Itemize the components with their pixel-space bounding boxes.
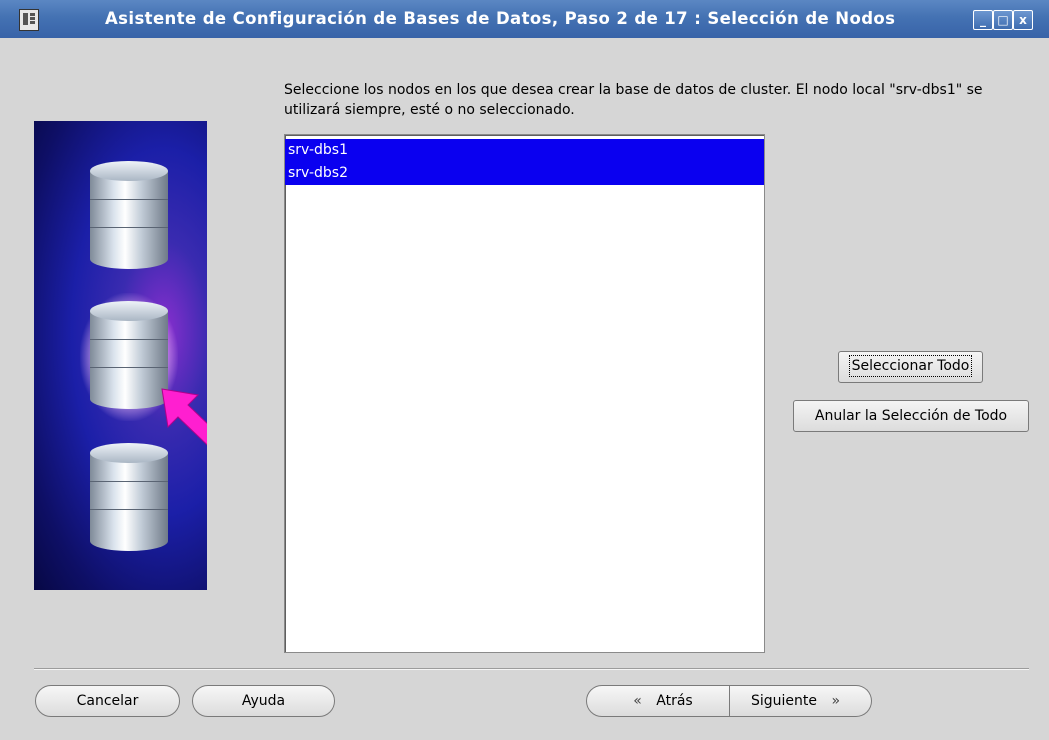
minimize-button[interactable]: _ <box>973 10 993 30</box>
back-button[interactable]: « Atrás <box>586 685 730 717</box>
instructions-text: Seleccione los nodos en los que desea cr… <box>284 82 983 118</box>
cancel-button[interactable]: Cancelar <box>35 685 180 717</box>
back-chevron-icon: « <box>633 693 642 709</box>
title-bar[interactable]: Asistente de Configuración de Bases de D… <box>0 0 1049 39</box>
select-all-button[interactable]: Seleccionar Todo <box>838 351 983 383</box>
database-icon <box>90 161 168 269</box>
maximize-button[interactable]: □ <box>993 10 1013 30</box>
select-all-label: Seleccionar Todo <box>848 355 973 377</box>
node-list[interactable]: srv-dbs1 srv-dbs2 <box>284 134 765 653</box>
close-button[interactable]: x <box>1013 10 1033 30</box>
list-item-srv-dbs2[interactable]: srv-dbs2 <box>285 162 764 185</box>
database-icon <box>90 443 168 551</box>
pointer-arrow-icon <box>161 388 207 446</box>
database-icon-highlighted <box>90 301 168 409</box>
back-label: Atrás <box>656 693 693 709</box>
list-item-srv-dbs1[interactable]: srv-dbs1 <box>285 139 764 162</box>
deselect-all-button[interactable]: Anular la Selección de Todo <box>793 400 1029 432</box>
next-chevron-icon: » <box>831 693 841 709</box>
window-title: Asistente de Configuración de Bases de D… <box>105 9 896 28</box>
footer-separator <box>34 668 1029 670</box>
help-button[interactable]: Ayuda <box>192 685 335 717</box>
next-label: Siguiente <box>750 693 817 709</box>
next-button[interactable]: Siguiente » <box>730 685 872 717</box>
app-icon[interactable] <box>19 9 39 31</box>
wizard-illustration <box>34 121 207 590</box>
